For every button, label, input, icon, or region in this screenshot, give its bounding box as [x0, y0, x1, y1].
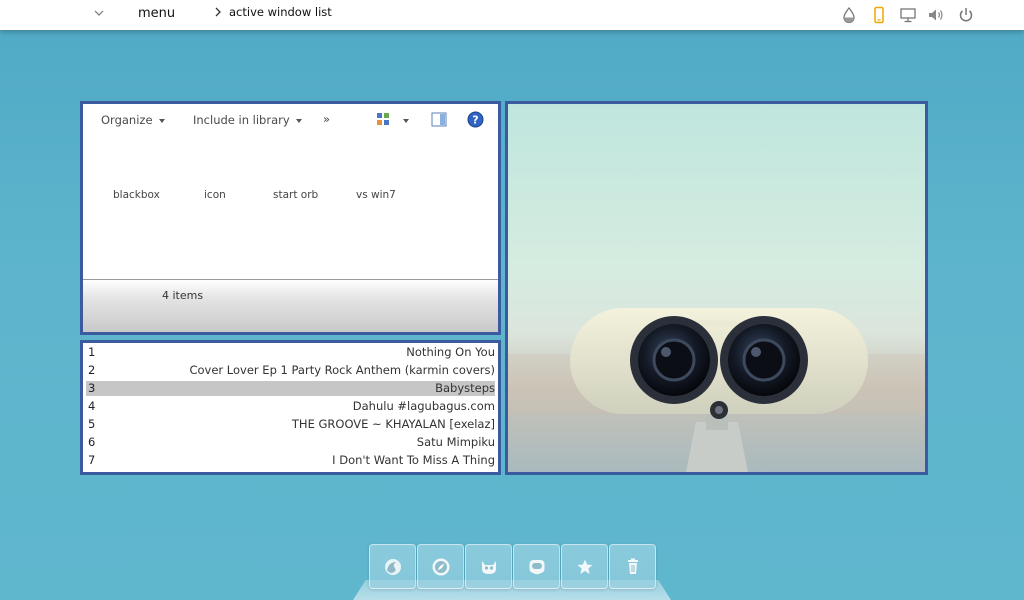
item-count: 4 items — [162, 289, 204, 302]
file-item[interactable]: vs win7 — [356, 189, 396, 201]
view-options-icon[interactable] — [376, 112, 391, 127]
playlist-row[interactable]: 6 Satu Mimpiku — [86, 435, 495, 450]
dock-item-gimp[interactable] — [465, 544, 512, 589]
playlist: 1 Nothing On You 2 Cover Lover Ep 1 Part… — [80, 340, 501, 475]
phone-icon[interactable] — [870, 6, 888, 24]
firefox-icon — [385, 559, 401, 575]
svg-text:?: ? — [472, 114, 478, 127]
track-number: 2 — [88, 363, 96, 377]
track-number: 5 — [88, 417, 96, 431]
trash-icon — [628, 558, 638, 574]
explorer-window: Organize Include in library » ? blackbox… — [80, 101, 501, 335]
file-list: blackbox icon start orb vs win7 — [83, 189, 498, 209]
track-title: Dahulu #lagubagus.com — [352, 399, 495, 413]
playlist-row[interactable]: 1 Nothing On You — [86, 345, 495, 360]
track-title: THE GROOVE ~ KHAYALAN [exelaz] — [291, 417, 495, 431]
status-bar: 4 items — [83, 279, 498, 332]
dock-item-finder[interactable] — [513, 544, 560, 589]
dock-item-trash[interactable] — [609, 544, 656, 589]
menu-button[interactable]: menu — [138, 6, 175, 21]
gimp-icon — [482, 561, 496, 574]
track-number: 1 — [88, 345, 96, 359]
playlist-row[interactable]: 2 Cover Lover Ep 1 Party Rock Anthem (ka… — [86, 363, 495, 378]
finder-icon — [529, 560, 545, 575]
caret-down-icon — [295, 118, 302, 123]
track-number: 6 — [88, 435, 96, 449]
chevron-right-icon — [215, 7, 221, 17]
top-panel: menu active window list — [0, 0, 1024, 30]
organize-button[interactable]: Organize — [101, 113, 165, 127]
file-item[interactable]: start orb — [273, 189, 318, 201]
view-dropdown-caret[interactable] — [403, 119, 409, 123]
explorer-toolbar: Organize Include in library » ? — [83, 104, 498, 136]
volume-icon[interactable] — [927, 6, 945, 24]
playlist-row-active[interactable]: 3 Babysteps — [86, 381, 495, 396]
dock-item-safari[interactable] — [417, 544, 464, 589]
dock-item-favorites[interactable] — [561, 544, 608, 589]
droplet-icon[interactable] — [840, 6, 858, 24]
playlist-row[interactable]: 4 Dahulu #lagubagus.com — [86, 399, 495, 414]
track-title: Cover Lover Ep 1 Party Rock Anthem (karm… — [189, 363, 495, 377]
playlist-row[interactable]: 7 I Don't Want To Miss A Thing — [86, 453, 495, 468]
active-window-list[interactable]: active window list — [229, 5, 332, 19]
monitor-icon[interactable] — [899, 6, 917, 24]
star-icon — [577, 559, 593, 574]
chevron-down-icon[interactable] — [93, 6, 105, 20]
track-title: Satu Mimpiku — [416, 435, 495, 449]
track-number: 7 — [88, 453, 96, 467]
playlist-row[interactable]: 5 THE GROOVE ~ KHAYALAN [exelaz] — [86, 417, 495, 432]
caret-down-icon — [158, 118, 165, 123]
more-button[interactable]: » — [323, 112, 330, 126]
binocular-image — [508, 104, 925, 472]
track-title: Babysteps — [435, 381, 495, 395]
track-title: I Don't Want To Miss A Thing — [332, 453, 495, 467]
safari-icon — [432, 558, 450, 576]
file-item[interactable]: blackbox — [113, 189, 160, 201]
include-in-library-button[interactable]: Include in library — [193, 113, 302, 127]
help-icon[interactable]: ? — [467, 111, 484, 128]
file-item[interactable]: icon — [204, 189, 226, 201]
dock-item-firefox[interactable] — [369, 544, 416, 589]
preview-pane-icon[interactable] — [431, 112, 447, 127]
track-number: 3 — [88, 381, 96, 395]
photo-frame — [505, 101, 928, 475]
track-number: 4 — [88, 399, 96, 413]
track-title: Nothing On You — [406, 345, 495, 359]
power-icon[interactable] — [957, 6, 975, 24]
